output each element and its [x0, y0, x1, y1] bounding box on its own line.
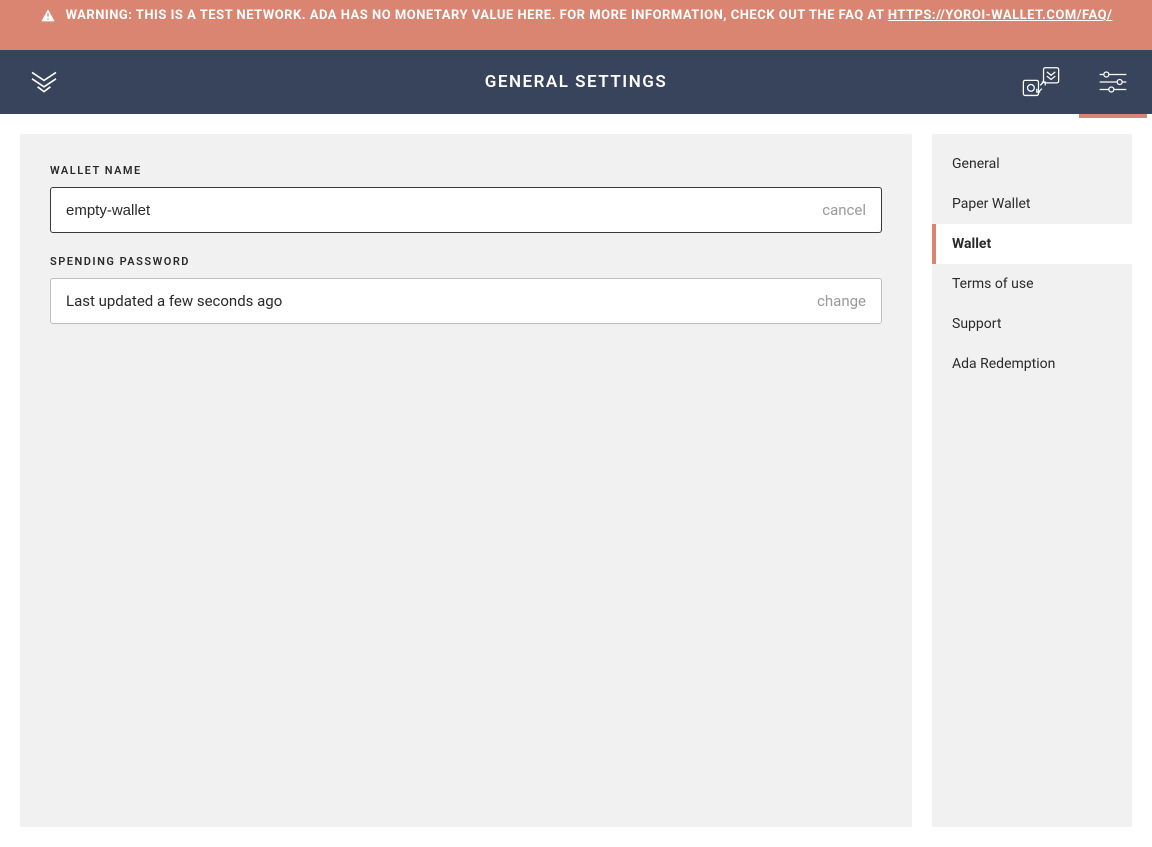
wallet-name-label: WALLET NAME [50, 164, 882, 177]
warning-icon [40, 8, 56, 24]
sidebar-item-support[interactable]: Support [932, 304, 1132, 344]
spending-password-label: SPENDING PASSWORD [50, 255, 882, 268]
sidebar-item-general[interactable]: General [932, 144, 1132, 184]
wallet-name-box[interactable]: cancel [50, 187, 882, 233]
sidebar-item-terms[interactable]: Terms of use [932, 264, 1132, 304]
settings-button[interactable] [1089, 50, 1137, 114]
sidebar-item-ada-redemption[interactable]: Ada Redemption [932, 344, 1132, 384]
transfer-icon [1020, 64, 1062, 100]
yoroi-logo-icon [28, 66, 60, 98]
warning-banner: WARNING: THIS IS A TEST NETWORK. ADA HAS… [0, 0, 1152, 50]
logo-button[interactable] [20, 50, 68, 114]
settings-icon [1098, 70, 1128, 94]
settings-panel: WALLET NAME cancel SPENDING PASSWORD Las… [20, 134, 912, 827]
spending-password-change[interactable]: change [817, 292, 866, 310]
page-title: GENERAL SETTINGS [485, 72, 667, 92]
content-area: WALLET NAME cancel SPENDING PASSWORD Las… [0, 114, 1152, 847]
sidebar-item-paper-wallet[interactable]: Paper Wallet [932, 184, 1132, 224]
settings-sidebar: General Paper Wallet Wallet Terms of use… [932, 134, 1132, 827]
spending-password-status: Last updated a few seconds ago [66, 292, 807, 310]
spending-password-group: SPENDING PASSWORD Last updated a few sec… [50, 255, 882, 324]
faq-link[interactable]: HTTPS://YOROI-WALLET.COM/FAQ/ [888, 8, 1113, 23]
sidebar-item-wallet[interactable]: Wallet [932, 224, 1132, 264]
wallet-name-cancel[interactable]: cancel [822, 201, 866, 219]
warning-text: WARNING: THIS IS A TEST NETWORK. ADA HAS… [66, 6, 1113, 26]
daedalus-transfer-button[interactable] [1017, 50, 1065, 114]
spending-password-box[interactable]: Last updated a few seconds ago change [50, 278, 882, 324]
wallet-name-input[interactable] [66, 202, 812, 219]
app-header: GENERAL SETTINGS [0, 50, 1152, 114]
wallet-name-group: WALLET NAME cancel [50, 164, 882, 233]
